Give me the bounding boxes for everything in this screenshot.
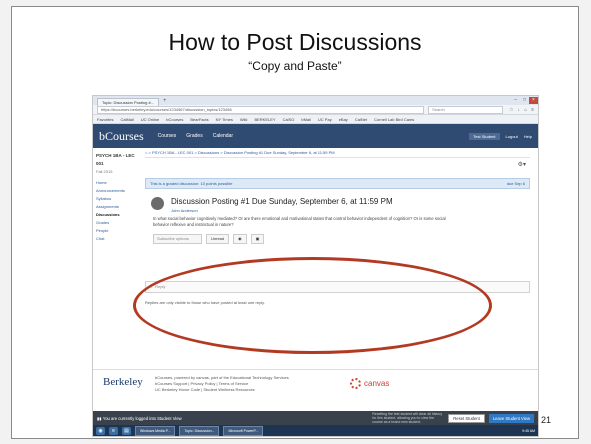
bookmark-item[interactable]: UC Online — [141, 117, 159, 122]
ie-icon[interactable]: e — [109, 426, 118, 435]
close-icon[interactable]: × — [529, 97, 538, 104]
breadcrumb[interactable]: ⌂ > PSYCH 1BA - LEC 001 > Discussions > … — [145, 148, 530, 158]
notice-due[interactable]: due Sep 6 — [507, 179, 525, 188]
header-user-links: Test Student Logout Help — [469, 132, 532, 140]
user-name[interactable]: Test Student — [469, 132, 500, 140]
slide-number: 21 — [541, 415, 552, 425]
presentation-slide: How to Post Discussions “Copy and Paste”… — [11, 6, 579, 439]
reset-student-button[interactable]: Reset Student — [448, 413, 485, 423]
global-nav: Courses Grades Calendar — [158, 133, 233, 139]
taskbar-clock: 9:45 AM — [522, 428, 535, 433]
start-icon[interactable]: ◉ — [96, 426, 105, 435]
course-nav-announcements[interactable]: Announcements — [96, 187, 140, 195]
download-icon[interactable]: ↓ — [518, 107, 521, 113]
bcourses-logo[interactable]: bCourses — [99, 129, 144, 144]
post-actions: Subscribe options Unread ◉ ▣ — [153, 234, 265, 244]
post-body: In what social behavior cognitively medi… — [153, 216, 446, 227]
menu-icon[interactable]: ≡ — [531, 107, 534, 113]
bookmark-item[interactable]: Cornell Lab Bird Cams — [374, 117, 414, 122]
taskbar-task[interactable]: Topic: Discussion... — [179, 425, 220, 436]
browser-search-input[interactable]: Search — [428, 105, 504, 114]
course-nav-home[interactable]: Home — [96, 179, 140, 187]
leave-student-view-button[interactable]: Leave Student View — [488, 413, 534, 423]
footer-line[interactable]: UC Berkeley Honor Code | Student Wellnes… — [155, 387, 289, 393]
canvas-header: bCourses Courses Grades Calendar Test St… — [93, 124, 538, 148]
maximize-icon[interactable]: □ — [520, 97, 529, 104]
home-icon[interactable]: ⌂ — [524, 107, 527, 113]
avatar[interactable] — [151, 197, 164, 210]
url-input[interactable]: https://bcourses.berkeley.edu/courses/12… — [97, 105, 425, 114]
bookmark-item[interactable]: BearFacts — [190, 117, 208, 122]
unread-button[interactable]: Unread — [206, 234, 230, 244]
course-nav-grades[interactable]: Grades — [96, 219, 140, 227]
course-nav: PSYCH 1BA - LEC 001 Fall 2015 Home Annou… — [93, 148, 143, 247]
notice-text: This is a graded discussion: 10 points p… — [150, 181, 233, 186]
subscribe-select[interactable]: Subscribe options — [153, 234, 202, 244]
bookmarks-bar: Favorites CalMail UC Online bCourses Bea… — [93, 115, 538, 124]
bookmark-item[interactable]: NY Times — [216, 117, 233, 122]
student-view-text: You are currently logged into Student Vi… — [102, 415, 182, 421]
subscribe-icon[interactable]: ◉ — [233, 234, 247, 244]
global-nav-courses[interactable]: Courses — [158, 133, 177, 139]
graded-discussion-notice: This is a graded discussion: 10 points p… — [145, 178, 530, 189]
address-bar: https://bcourses.berkeley.edu/courses/12… — [93, 105, 538, 115]
logout-link[interactable]: Logout — [506, 134, 518, 139]
canvas-main: PSYCH 1BA - LEC 001 Fall 2015 Home Annou… — [93, 148, 538, 406]
slide-title: How to Post Discussions — [168, 29, 422, 55]
taskbar-task[interactable]: Windows Media P... — [135, 425, 176, 436]
help-link[interactable]: Help — [524, 134, 532, 139]
bookmark-item[interactable]: BERKELEY — [254, 117, 275, 122]
window-controls: – □ × — [511, 97, 538, 104]
global-nav-grades[interactable]: Grades — [186, 133, 202, 139]
slide-subtitle: “Copy and Paste” — [248, 59, 342, 73]
bookmark-item[interactable]: CalNet — [355, 117, 367, 122]
windows-taskbar: ◉ e ▤ Windows Media P... Topic: Discussi… — [93, 425, 538, 436]
course-code: PSYCH 1BA - LEC 001 — [96, 153, 135, 166]
canvas-logo-icon — [350, 378, 361, 389]
canvas-logo-text: canvas — [364, 379, 390, 388]
course-nav-people[interactable]: People — [96, 227, 140, 235]
browser-tab-bar: Topic: Discussion Posting #... + – □ × — [93, 96, 538, 106]
gear-icon[interactable]: ⚙▾ — [518, 161, 526, 168]
post-title: Discussion Posting #1 Due Sunday, Septem… — [171, 197, 393, 206]
course-term: Fall 2015 — [96, 169, 113, 174]
star-icon[interactable]: ☆ — [509, 107, 513, 113]
course-nav-discussions[interactable]: Discussions — [96, 211, 140, 219]
student-view-bar: ▮▮ You are currently logged into Student… — [93, 411, 538, 425]
bookmark-item[interactable]: Wiki — [240, 117, 248, 122]
bookmark-item[interactable]: eBay — [339, 117, 348, 122]
bookmark-item[interactable]: CalMail — [120, 117, 133, 122]
minimize-icon[interactable]: – — [511, 97, 520, 104]
bookmark-item[interactable]: CalSO — [283, 117, 295, 122]
bookmark-icon[interactable]: ▣ — [250, 234, 265, 244]
global-nav-calendar[interactable]: Calendar — [213, 133, 233, 139]
course-nav-assignments[interactable]: Assignments — [96, 203, 140, 211]
bookmark-item[interactable]: bCourses — [166, 117, 183, 122]
footer-text: bCourses, powered by canvas, part of the… — [155, 375, 289, 393]
annotation-ellipse — [133, 257, 492, 354]
taskbar-task[interactable]: Microsoft PowerP... — [223, 425, 264, 436]
browser-toolbar-icons: ☆ ↓ ⌂ ≡ — [509, 107, 534, 113]
course-nav-syllabus[interactable]: Syllabus — [96, 195, 140, 203]
bookmark-item[interactable]: UC Pay — [318, 117, 332, 122]
folder-icon[interactable]: ▤ — [122, 426, 131, 435]
canvas-logo: canvas — [350, 378, 389, 389]
student-view-note: Resetting the test student will clear al… — [372, 412, 443, 424]
browser-tab[interactable]: Topic: Discussion Posting #... — [97, 97, 160, 106]
canvas-footer: Berkeley bCourses, powered by canvas, pa… — [93, 369, 538, 406]
berkeley-logo: Berkeley — [103, 376, 143, 388]
bookmark-item[interactable]: Favorites — [97, 117, 113, 122]
embedded-screenshot: Topic: Discussion Posting #... + – □ × h… — [92, 95, 539, 437]
post-author[interactable]: John Anderson — [171, 208, 198, 213]
new-tab-button[interactable]: + — [163, 98, 167, 104]
bookmark-item[interactable]: bMail — [301, 117, 311, 122]
course-nav-chat[interactable]: Chat — [96, 235, 140, 243]
